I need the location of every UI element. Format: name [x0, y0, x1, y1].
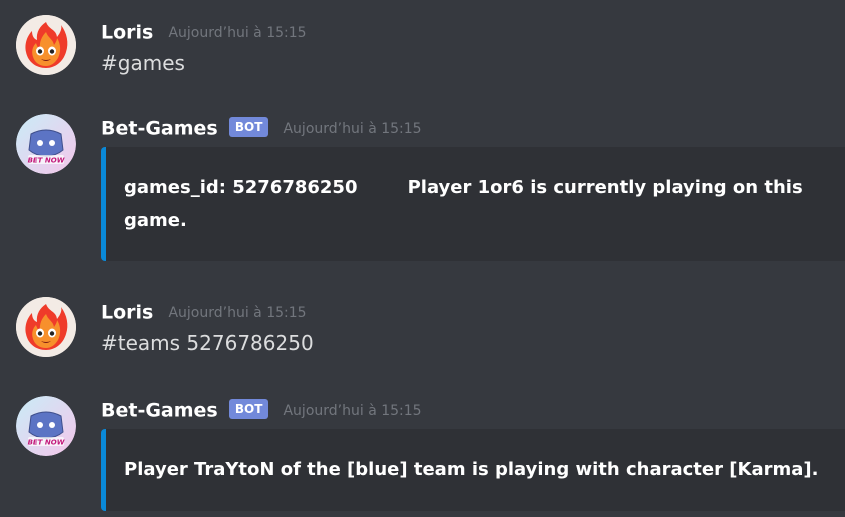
embed-description: games_id: 5276786250 Player 1or6 is curr… [124, 171, 803, 237]
avatar[interactable] [16, 297, 76, 357]
message-header: Loris Aujourd’hui à 15:15 [101, 300, 307, 324]
avatar[interactable] [16, 15, 76, 75]
username[interactable]: Bet-Games [101, 118, 218, 140]
message-content: #games [101, 51, 185, 75]
timestamp: Aujourd’hui à 15:15 [168, 304, 307, 321]
timestamp: Aujourd’hui à 15:15 [283, 402, 422, 419]
timestamp: Aujourd’hui à 15:15 [168, 24, 307, 41]
embed-line: game. [124, 210, 187, 231]
embed: games_id: 5276786250 Player 1or6 is curr… [101, 147, 845, 261]
bot-tag-badge: BOT [228, 398, 269, 419]
svg-text:BET NOW: BET NOW [28, 157, 65, 165]
embed-description: Player TraYtoN of the [blue] team is pla… [124, 453, 818, 486]
message-header: Bet-Games BOT Aujourd’hui à 15:15 [101, 116, 422, 140]
message-header: Loris Aujourd’hui à 15:15 [101, 20, 307, 44]
embed-line: games_id: 5276786250 Player 1or6 is curr… [124, 177, 803, 198]
discord-bot-icon: BET NOW [16, 396, 76, 456]
fire-icon [16, 297, 76, 357]
fire-icon [16, 15, 76, 75]
discord-bot-icon: BET NOW [16, 114, 76, 174]
embed-line: Player TraYtoN of the [blue] team is pla… [124, 459, 819, 480]
username[interactable]: Loris [101, 302, 153, 324]
username[interactable]: Loris [101, 22, 153, 44]
avatar[interactable]: BET NOW [16, 396, 76, 456]
timestamp: Aujourd’hui à 15:15 [283, 120, 422, 137]
bot-tag-badge: BOT [228, 116, 269, 137]
svg-text:BET NOW: BET NOW [28, 439, 65, 447]
chat-message-list: Loris Aujourd’hui à 15:15 #games BET NOW [0, 0, 845, 517]
message-content: #teams 5276786250 [101, 331, 314, 355]
embed: Player TraYtoN of the [blue] team is pla… [101, 429, 845, 511]
avatar[interactable]: BET NOW [16, 114, 76, 174]
username[interactable]: Bet-Games [101, 400, 218, 422]
message-header: Bet-Games BOT Aujourd’hui à 15:15 [101, 398, 422, 422]
